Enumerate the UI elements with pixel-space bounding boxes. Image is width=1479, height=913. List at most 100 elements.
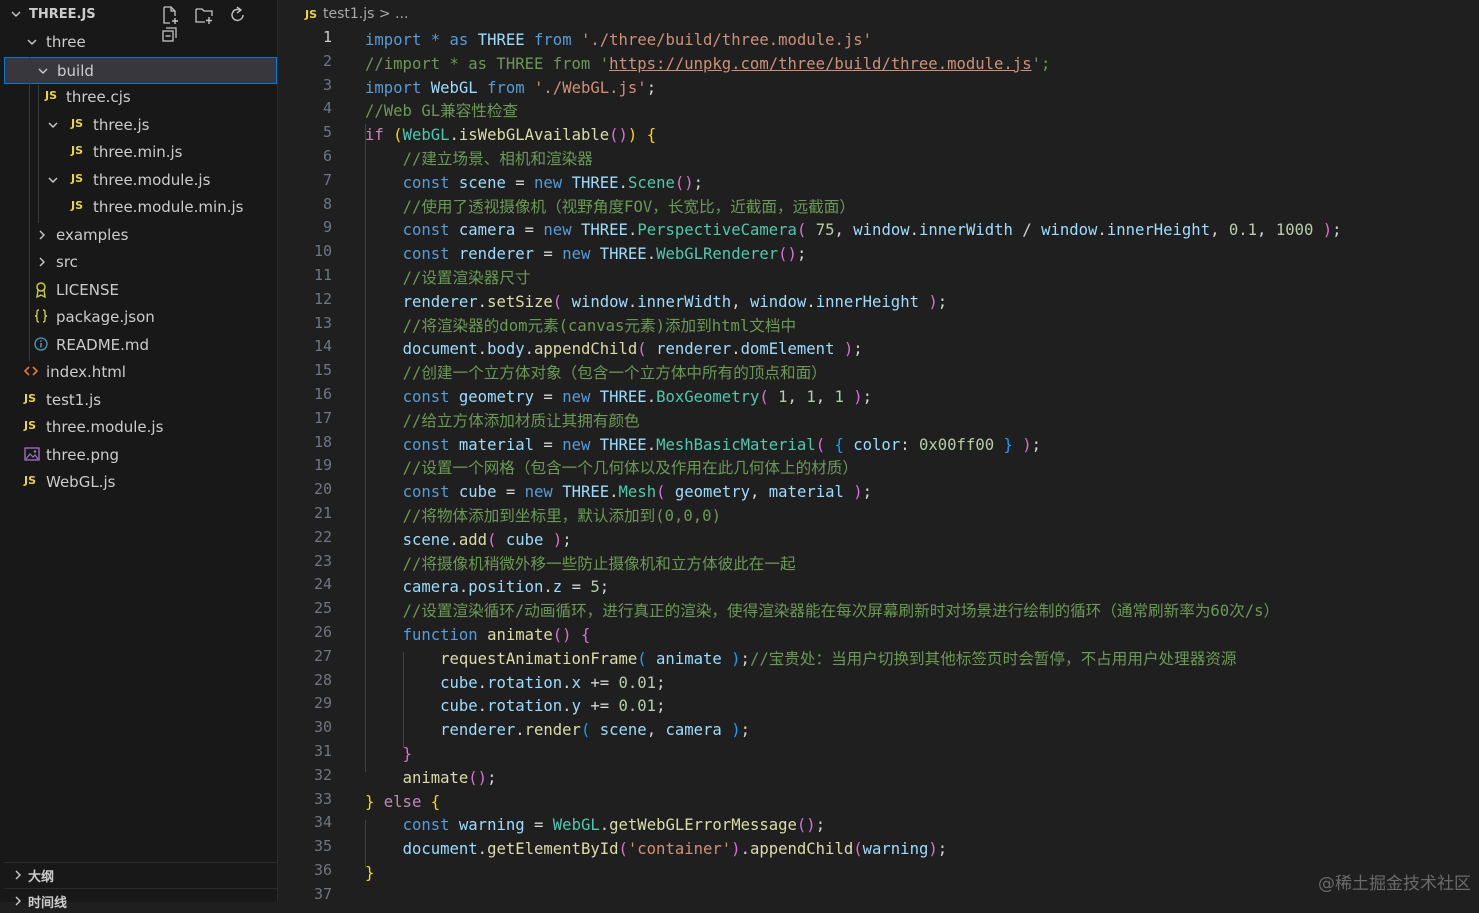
code-line[interactable]: document.getElementById('container').app…: [365, 837, 948, 861]
code-token: //import * as THREE from ': [365, 54, 610, 73]
code-line[interactable]: const geometry = new THREE.BoxGeometry( …: [365, 385, 873, 409]
code-line[interactable]: //设置一个网格（包含一个几何体以及作用在此几何体上的材质）: [365, 456, 858, 480]
code-line[interactable]: //设置渲染循环/动画循环，进行真正的渲染，使得渲染器能在每次屏幕刷新时对场景进…: [365, 599, 1280, 623]
line-number: 17: [313, 408, 332, 427]
tree-item-readme-md[interactable]: README.md: [4, 332, 277, 359]
code-line[interactable]: }: [365, 861, 374, 885]
code-token: THREE: [599, 435, 647, 454]
tree-item-build[interactable]: build: [4, 56, 277, 84]
breadcrumb[interactable]: JS test1.js > ...: [305, 6, 408, 22]
code-line[interactable]: renderer.render( scene, camera );: [365, 718, 750, 742]
breadcrumb-more[interactable]: ...: [395, 6, 408, 22]
watermark: @稀土掘金技术社区: [1318, 874, 1471, 894]
code-token: const: [402, 388, 450, 406]
tree-item-three-js[interactable]: JS three.js: [4, 112, 277, 139]
code-line[interactable]: //创建一个立方体对象（包含一个立方体中所有的顶点和面）: [365, 361, 827, 385]
tree-item-label: three.png: [46, 445, 120, 464]
code-line[interactable]: const renderer = new THREE.WebGLRenderer…: [365, 242, 807, 266]
code-line[interactable]: cube.rotation.y += 0.01;: [365, 694, 665, 718]
chevron-right-icon[interactable]: [36, 229, 48, 241]
explorer-header[interactable]: THREE.JS: [0, 0, 278, 42]
code-token: .: [477, 292, 488, 311]
code-line[interactable]: if (WebGL.isWebGLAvailable()) {: [365, 123, 656, 147]
tree-indent-guide: [38, 85, 39, 223]
code-line[interactable]: //将渲染器的dom元素(canvas元素)添加到html文档中: [365, 314, 797, 338]
tree-item-src[interactable]: src: [4, 249, 277, 276]
code-line[interactable]: //使用了透视摄像机（视野角度FOV，长宽比，近截面，远截面）: [365, 195, 855, 219]
breadcrumb-file[interactable]: test1.js: [323, 6, 374, 22]
code-token: warning: [862, 840, 929, 859]
tree-item-three-png[interactable]: three.png: [4, 442, 277, 469]
code-line[interactable]: //建立场景、相机和渲染器: [365, 147, 593, 171]
code-line[interactable]: requestAnimationFrame( animate );//宝贵处：当…: [365, 647, 1236, 671]
code-line[interactable]: const cube = new THREE.Mesh( geometry, m…: [365, 480, 873, 504]
chevron-down-icon[interactable]: [26, 36, 38, 48]
tree-item-three-module-js[interactable]: JS three.module.js: [4, 414, 277, 441]
code-line[interactable]: const scene = new THREE.Scene();: [365, 171, 704, 195]
tree-item-three[interactable]: three: [4, 29, 277, 56]
tree-item-examples[interactable]: examples: [4, 222, 277, 249]
code-token: .: [524, 340, 535, 359]
chevron-down-icon[interactable]: [10, 8, 22, 20]
code-token: y: [571, 697, 581, 716]
code-line[interactable]: camera.position.z = 5;: [365, 575, 610, 599]
code-token: ,: [1257, 221, 1276, 240]
code-line[interactable]: //将物体添加到坐标里，默认添加到(0,0,0): [365, 504, 721, 528]
code-link[interactable]: https://unpkg.com/three/build/three.modu…: [609, 55, 1031, 73]
code-line[interactable]: animate();: [365, 766, 497, 790]
code-line[interactable]: const material = new THREE.MeshBasicMate…: [365, 433, 1042, 457]
chevron-down-icon[interactable]: [47, 174, 59, 186]
code-line[interactable]: import * as THREE from './three/build/th…: [365, 28, 872, 52]
tree-item-index-html[interactable]: index.html: [4, 359, 277, 386]
code-line[interactable]: //Web GL兼容性检查: [365, 99, 518, 123]
code-line[interactable]: //设置渲染器尺寸: [365, 266, 531, 290]
line-number: 33: [313, 789, 332, 808]
code-line[interactable]: const camera = new THREE.PerspectiveCame…: [365, 218, 1342, 242]
code-line[interactable]: //将摄像机稍微外移一些防止摄像机和立方体彼此在一起: [365, 552, 796, 576]
code-line[interactable]: //import * as THREE from 'https://unpkg.…: [365, 52, 1050, 76]
code-line[interactable]: //给立方体添加材质让其拥有颜色: [365, 409, 640, 433]
tree-item-three-cjs[interactable]: JS three.cjs: [4, 84, 277, 111]
tree-item-three-min-js[interactable]: JS three.min.js: [4, 139, 277, 166]
new-folder-icon[interactable]: [194, 5, 214, 25]
code-token: './three/build/three.module.js': [580, 31, 873, 49]
tree-item-three-module-min-js[interactable]: JS three.module.min.js: [4, 194, 277, 221]
info-icon: [34, 336, 48, 354]
tree-item-license[interactable]: LICENSE: [4, 277, 277, 304]
code-line[interactable]: document.body.appendChild( renderer.domE…: [365, 337, 863, 361]
code-editor[interactable]: JS test1.js > ... 1 2 3 4 5 6 7 8 9 10 11 12 13 14 15 16…: [279, 0, 1479, 903]
refresh-icon[interactable]: [228, 5, 248, 25]
chevron-down-icon[interactable]: [47, 119, 59, 131]
code-token: (: [637, 649, 647, 668]
code-line[interactable]: renderer.setSize( window.innerWidth, win…: [365, 290, 948, 314]
tree-item-test1-js[interactable]: JS test1.js: [4, 387, 277, 414]
code-line[interactable]: cube.rotation.x += 0.01;: [365, 671, 665, 695]
chevron-right-icon[interactable]: [36, 256, 48, 268]
code-line[interactable]: const warning = WebGL.getWebGLErrorMessa…: [365, 813, 826, 837]
code-token: *: [430, 31, 441, 49]
outline-section[interactable]: 大纲: [4, 862, 277, 887]
code-line[interactable]: scene.add( cube );: [365, 528, 572, 552]
code-token: cube: [458, 483, 497, 502]
tree-item-webgl-js[interactable]: JS WebGL.js: [4, 469, 277, 496]
code-line[interactable]: }: [365, 742, 412, 766]
tree-item-package-json[interactable]: package.json: [4, 304, 277, 331]
code-line[interactable]: function animate() {: [365, 623, 591, 647]
new-file-icon[interactable]: [160, 5, 180, 25]
chevron-down-icon[interactable]: [37, 65, 49, 77]
code-token: ): [928, 292, 938, 311]
tree-item-three-module-js[interactable]: JS three.module.js: [4, 167, 277, 194]
line-number: 7: [322, 170, 332, 189]
timeline-section[interactable]: 时间线: [4, 888, 277, 913]
code-line[interactable]: } else {: [365, 790, 440, 814]
code-token: THREE: [599, 388, 647, 406]
code-token: renderer: [656, 340, 732, 359]
explorer-sidebar: THREE.JS three build JS three.cjs JS three.js…: [0, 0, 278, 911]
code-line[interactable]: import WebGL from './WebGL.js';: [365, 76, 656, 100]
line-number: 26: [313, 623, 332, 641]
